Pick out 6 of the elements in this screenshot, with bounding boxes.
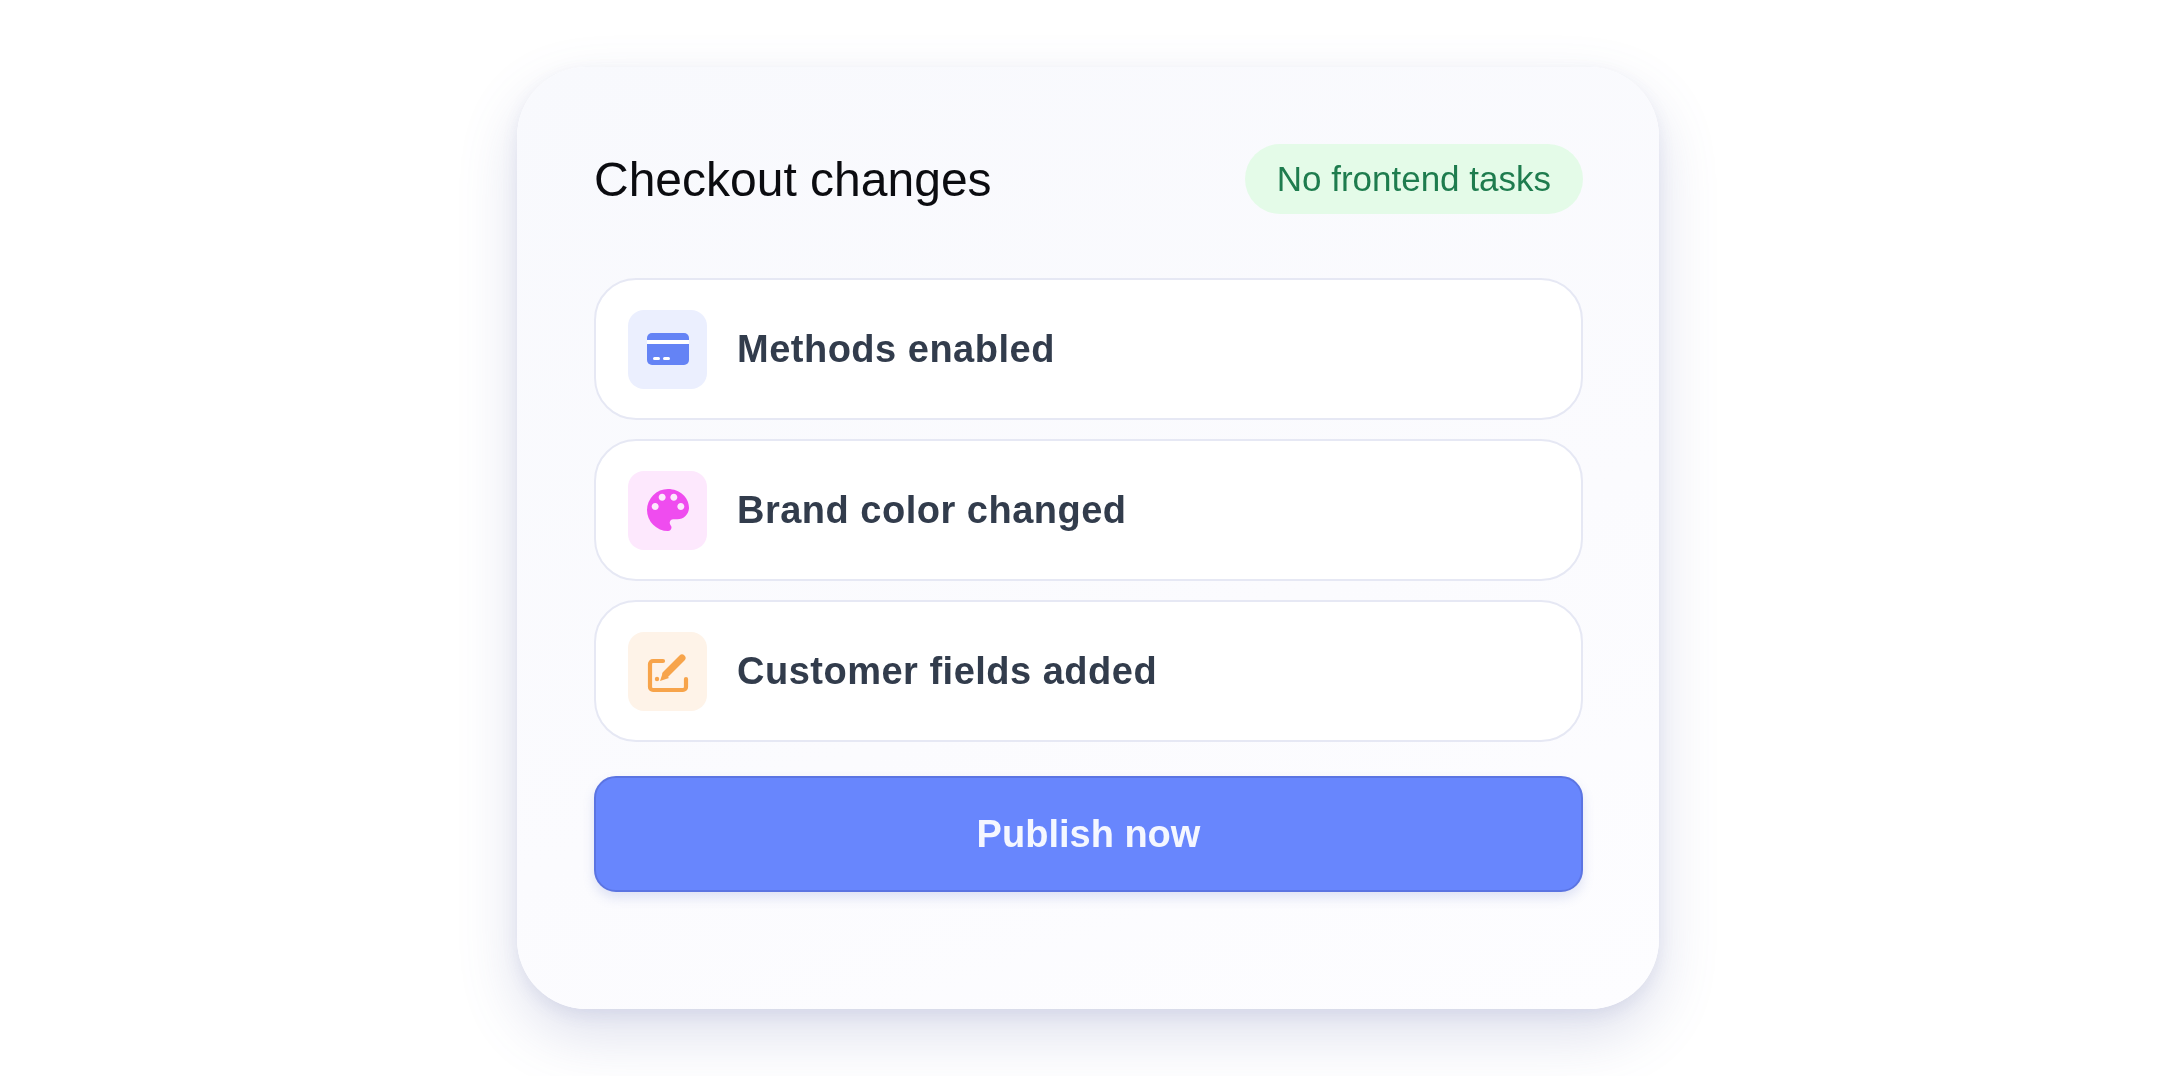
- card-title: Checkout changes: [594, 151, 992, 207]
- change-label: Customer fields added: [737, 649, 1158, 693]
- change-label: Methods enabled: [737, 327, 1055, 371]
- status-badge: No frontend tasks: [1244, 144, 1583, 214]
- change-label: Brand color changed: [737, 488, 1127, 532]
- publish-button[interactable]: Publish now: [594, 776, 1583, 892]
